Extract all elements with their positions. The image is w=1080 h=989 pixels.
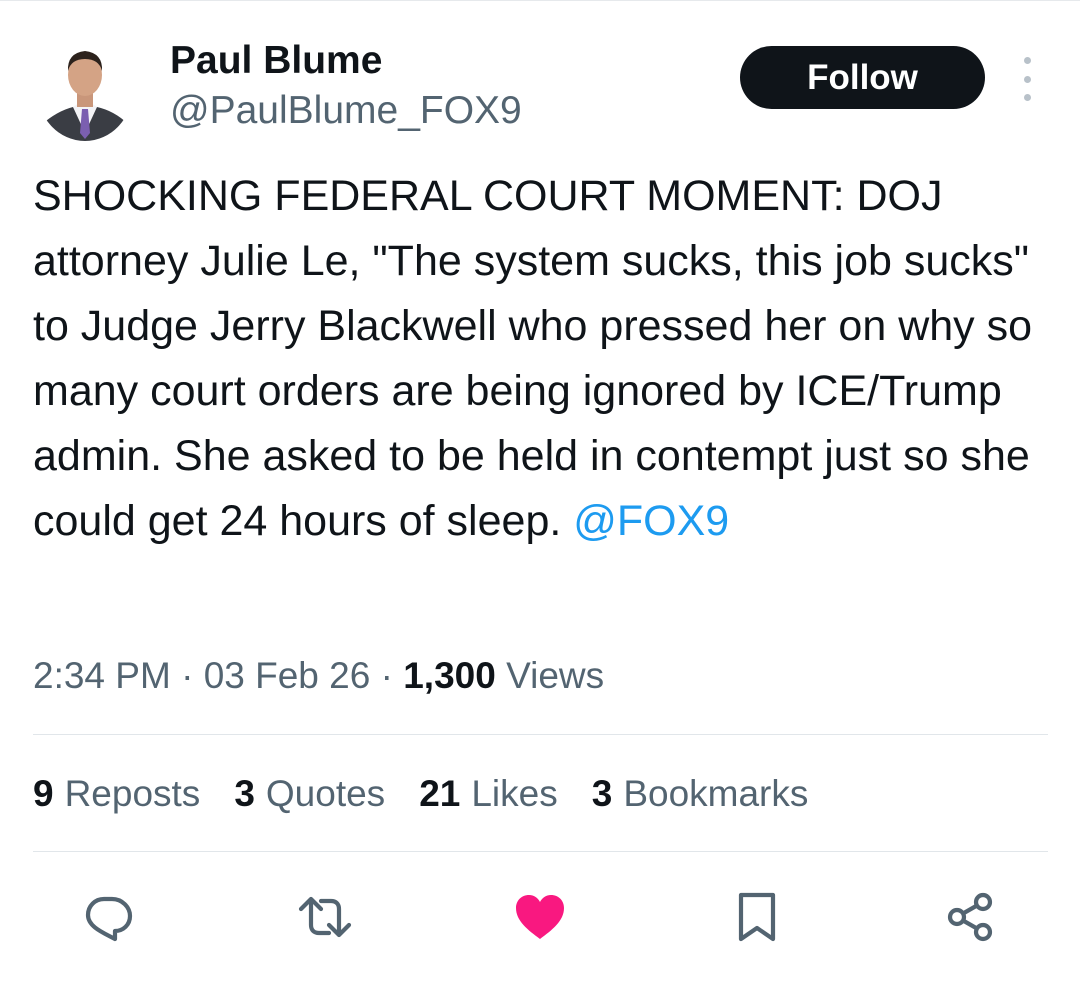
heart-icon xyxy=(516,895,564,939)
bookmarks-stat[interactable]: 3 Bookmarks xyxy=(592,771,809,817)
repost-button[interactable] xyxy=(295,887,355,947)
more-dot xyxy=(1023,94,1031,101)
follow-button[interactable]: Follow xyxy=(740,46,985,109)
reposts-stat[interactable]: 9 Reposts xyxy=(33,771,200,817)
tweet-date[interactable]: 03 Feb 26 xyxy=(204,655,371,696)
views-label: Views xyxy=(506,655,605,696)
engagement-stats: 9 Reposts 3 Quotes 21 Likes 3 Bookmarks xyxy=(33,771,808,817)
reply-icon xyxy=(85,896,133,942)
avatar[interactable] xyxy=(37,37,133,141)
tweet-text: SHOCKING FEDERAL COURT MOMENT: DOJ attor… xyxy=(33,164,1048,554)
tweet-card: Paul Blume @PaulBlume_FOX9 Follow SHOCKI… xyxy=(0,0,1080,989)
profile-photo xyxy=(37,37,133,141)
display-name[interactable]: Paul Blume xyxy=(170,39,382,83)
share-button[interactable] xyxy=(941,887,1001,947)
tweet-body: SHOCKING FEDERAL COURT MOMENT: DOJ attor… xyxy=(33,172,1033,545)
user-handle[interactable]: @PaulBlume_FOX9 xyxy=(170,89,522,133)
bookmark-icon xyxy=(738,892,776,942)
mention-link[interactable]: @FOX9 xyxy=(573,497,729,545)
quotes-count: 3 xyxy=(234,773,255,814)
bookmarks-label: Bookmarks xyxy=(623,773,809,814)
share-icon xyxy=(947,892,993,942)
meta-separator: · xyxy=(380,655,393,696)
more-options-icon[interactable] xyxy=(1012,57,1042,101)
more-dot xyxy=(1023,75,1031,83)
quotes-stat[interactable]: 3 Quotes xyxy=(234,771,385,817)
tweet-meta: 2:34 PM · 03 Feb 26 · 1,300 Views xyxy=(33,653,604,699)
bookmark-button[interactable] xyxy=(727,887,787,947)
likes-stat[interactable]: 21 Likes xyxy=(419,771,558,817)
likes-count: 21 xyxy=(419,773,461,814)
divider xyxy=(33,734,1048,735)
tweet-time[interactable]: 2:34 PM xyxy=(33,655,171,696)
more-dot xyxy=(1023,57,1031,64)
reposts-label: Reposts xyxy=(64,773,201,814)
meta-separator: · xyxy=(181,655,194,696)
bookmarks-count: 3 xyxy=(591,773,613,814)
divider xyxy=(33,851,1048,852)
repost-icon xyxy=(298,896,352,938)
views-count: 1,300 xyxy=(403,655,496,696)
reposts-count: 9 xyxy=(33,773,54,814)
likes-label: Likes xyxy=(471,773,558,814)
reply-button[interactable] xyxy=(78,887,138,947)
like-button[interactable] xyxy=(510,887,570,947)
quotes-label: Quotes xyxy=(265,773,386,814)
